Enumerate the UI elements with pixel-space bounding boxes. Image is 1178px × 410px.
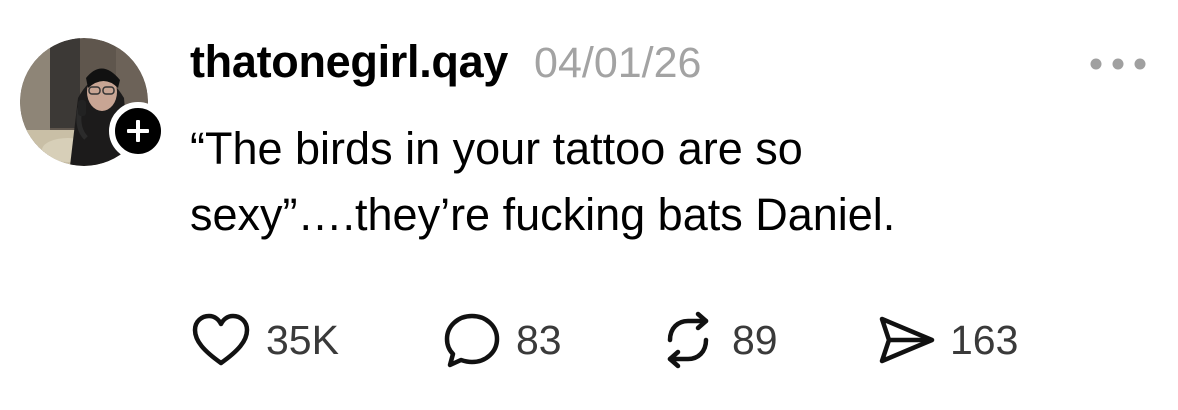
repost-count: 89: [732, 316, 778, 363]
plus-icon: [127, 120, 149, 142]
share-count: 163: [950, 316, 1019, 363]
post-timestamp: 04/01/26: [534, 39, 702, 87]
send-icon: [879, 316, 935, 364]
comment-count: 83: [516, 316, 562, 363]
share-button[interactable]: 163: [876, 308, 1018, 372]
like-count: 35K: [266, 316, 339, 363]
post-text-line: sexy”….they’re fucking bats Daniel.: [190, 189, 896, 240]
like-button[interactable]: 35K: [190, 308, 339, 372]
repost-icon: [667, 311, 709, 369]
username-link[interactable]: thatonegirl.qay: [190, 36, 508, 88]
repost-button[interactable]: 89: [658, 308, 778, 372]
comment-button[interactable]: 83: [442, 308, 562, 372]
post-text: “The birds in your tattoo are so sexy”….…: [190, 116, 1090, 248]
post-card: thatonegirl.qay 04/01/26 “The birds in y…: [0, 0, 1178, 410]
heart-icon: [192, 313, 250, 366]
post-header: thatonegirl.qay 04/01/26: [190, 36, 701, 96]
follow-button[interactable]: [109, 102, 167, 160]
ellipsis-icon[interactable]: [1086, 52, 1150, 76]
speech-bubble-icon: [444, 313, 500, 368]
post-text-line: “The birds in your tattoo are so: [190, 123, 803, 174]
avatar-container: [20, 38, 167, 166]
